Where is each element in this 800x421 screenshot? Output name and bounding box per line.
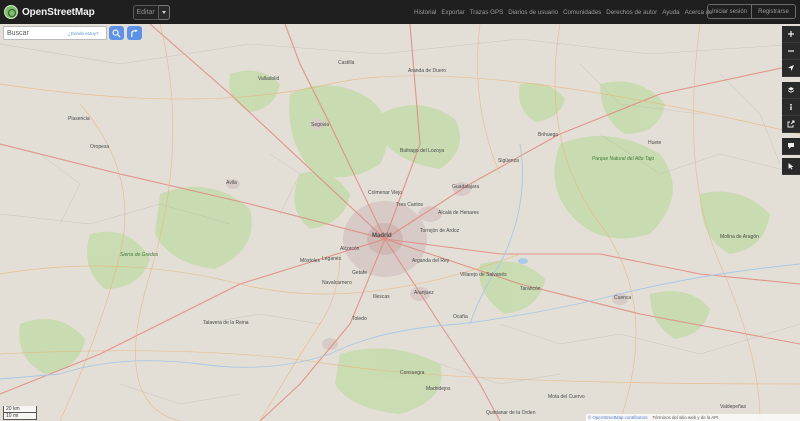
place-label: Aranjuez: [414, 290, 434, 296]
brand-title: OpenStreetMap: [22, 6, 95, 18]
scale-km: 20 km: [3, 406, 37, 413]
place-label: Talavera de la Reina: [203, 320, 249, 326]
place-label: Arganda del Rey: [412, 258, 450, 264]
nav-user-diaries[interactable]: Diarios de usuario: [508, 9, 558, 16]
nav-communities[interactable]: Comunidades: [563, 9, 601, 16]
directions-button[interactable]: [127, 26, 142, 40]
chevron-down-icon: [161, 10, 166, 14]
place-label: Plasencia: [68, 116, 90, 122]
place-label: Guadalajara: [452, 184, 480, 190]
nav-gps-traces[interactable]: Trazas GPS: [470, 9, 503, 16]
directions-icon: [131, 28, 138, 37]
place-label: Aranda de Duero: [408, 68, 447, 74]
search-button[interactable]: [109, 26, 124, 40]
top-header: OpenStreetMap Editar Historial Exportar …: [0, 0, 800, 24]
login-button[interactable]: Iniciar sesión: [708, 5, 751, 18]
search-box: ¿Dónde estoy?: [3, 26, 107, 40]
map-canvas[interactable]: Castilla Aranda de Duero Valladolid Sego…: [0, 24, 800, 421]
place-label: Segovia: [311, 122, 330, 128]
place-label: Madridejos: [426, 386, 451, 392]
place-label: Alcalá de Henares: [438, 210, 479, 216]
place-label: Colmenar Viejo: [368, 190, 403, 196]
place-label: Valdepeñas: [720, 404, 747, 410]
add-note-button[interactable]: [782, 138, 800, 155]
query-features-button[interactable]: [782, 158, 800, 175]
place-label: Alcorcón: [340, 246, 360, 252]
register-button[interactable]: Registrarse: [751, 5, 795, 18]
place-label: Illescas: [373, 294, 390, 300]
layers-button[interactable]: [782, 82, 800, 99]
nav-export[interactable]: Exportar: [441, 9, 464, 16]
terms-link[interactable]: Términos del sitio web y de la API: [652, 415, 718, 420]
place-label: Tarancón: [520, 286, 541, 292]
place-label: Leganés: [322, 256, 342, 262]
map-tiles: [0, 24, 800, 421]
attribution-link[interactable]: © OpenStreetMap contributors: [588, 415, 648, 420]
place-label: Buitrago del Lozoya: [400, 148, 445, 154]
place-label: Villarejo de Salvanés: [460, 272, 507, 278]
auth-group: Iniciar sesión Registrarse: [707, 4, 796, 19]
place-label: Torrejón de Ardoz: [420, 228, 460, 234]
place-label: Oropesa: [90, 144, 110, 150]
layers-icon: [787, 87, 795, 93]
locate-button[interactable]: [782, 60, 800, 77]
place-label: Molina de Aragón: [720, 234, 759, 240]
note-icon: [788, 143, 794, 149]
where-am-i-link[interactable]: ¿Dónde estoy?: [68, 31, 99, 36]
locate-arrow-icon: [788, 65, 794, 71]
place-label: Huete: [648, 140, 662, 146]
place-label: Navalcarnero: [322, 280, 352, 286]
nav-help[interactable]: Ayuda: [662, 9, 679, 16]
edit-dropdown-button[interactable]: [158, 4, 170, 20]
plus-icon: [788, 31, 794, 37]
share-button[interactable]: [782, 116, 800, 133]
minus-icon: [788, 50, 794, 52]
place-label: Madrid: [372, 233, 392, 239]
place-label: Mota del Cuervo: [548, 394, 585, 400]
share-icon: [787, 120, 795, 128]
edit-button[interactable]: Editar: [132, 4, 159, 20]
place-label: Sigüenza: [498, 158, 519, 164]
place-label: Toledo: [352, 316, 367, 322]
scale-mi: 10 mi: [3, 413, 37, 420]
info-icon: [790, 103, 792, 111]
zoom-out-button[interactable]: [782, 43, 800, 60]
park-label: Parque Natural del Alto Tajo: [592, 156, 655, 162]
park-label: Sierra de Gredos: [120, 252, 159, 258]
edit-group: Editar: [132, 4, 170, 20]
place-label: Ocaña: [453, 314, 468, 320]
nav-copyright[interactable]: Derechos de autor: [606, 9, 657, 16]
place-label: Consuegra: [400, 370, 425, 376]
search-icon: [112, 29, 121, 38]
osm-app: OpenStreetMap Editar Historial Exportar …: [0, 0, 800, 421]
place-label: Quintanar de la Orden: [486, 410, 536, 416]
place-label: Brihuega: [538, 132, 559, 138]
place-label: Castilla: [338, 60, 355, 66]
legend-button[interactable]: [782, 99, 800, 116]
place-label: Ávila: [226, 180, 237, 186]
primary-nav: Historial Exportar Trazas GPS Diarios de…: [414, 0, 712, 24]
attribution-bar: © OpenStreetMap contributors Términos de…: [586, 414, 800, 421]
place-label: Cuenca: [614, 295, 632, 301]
nav-history[interactable]: Historial: [414, 9, 436, 16]
search-input[interactable]: [7, 29, 67, 37]
brand-logo[interactable]: OpenStreetMap: [4, 5, 95, 19]
osm-logo-icon: [4, 5, 18, 19]
cursor-icon: [788, 163, 794, 170]
place-label: Valladolid: [258, 76, 280, 82]
place-label: Móstoles: [300, 258, 321, 264]
place-label: Getafe: [352, 270, 368, 276]
zoom-in-button[interactable]: [782, 26, 800, 43]
place-label: Tres Cantos: [396, 202, 424, 208]
